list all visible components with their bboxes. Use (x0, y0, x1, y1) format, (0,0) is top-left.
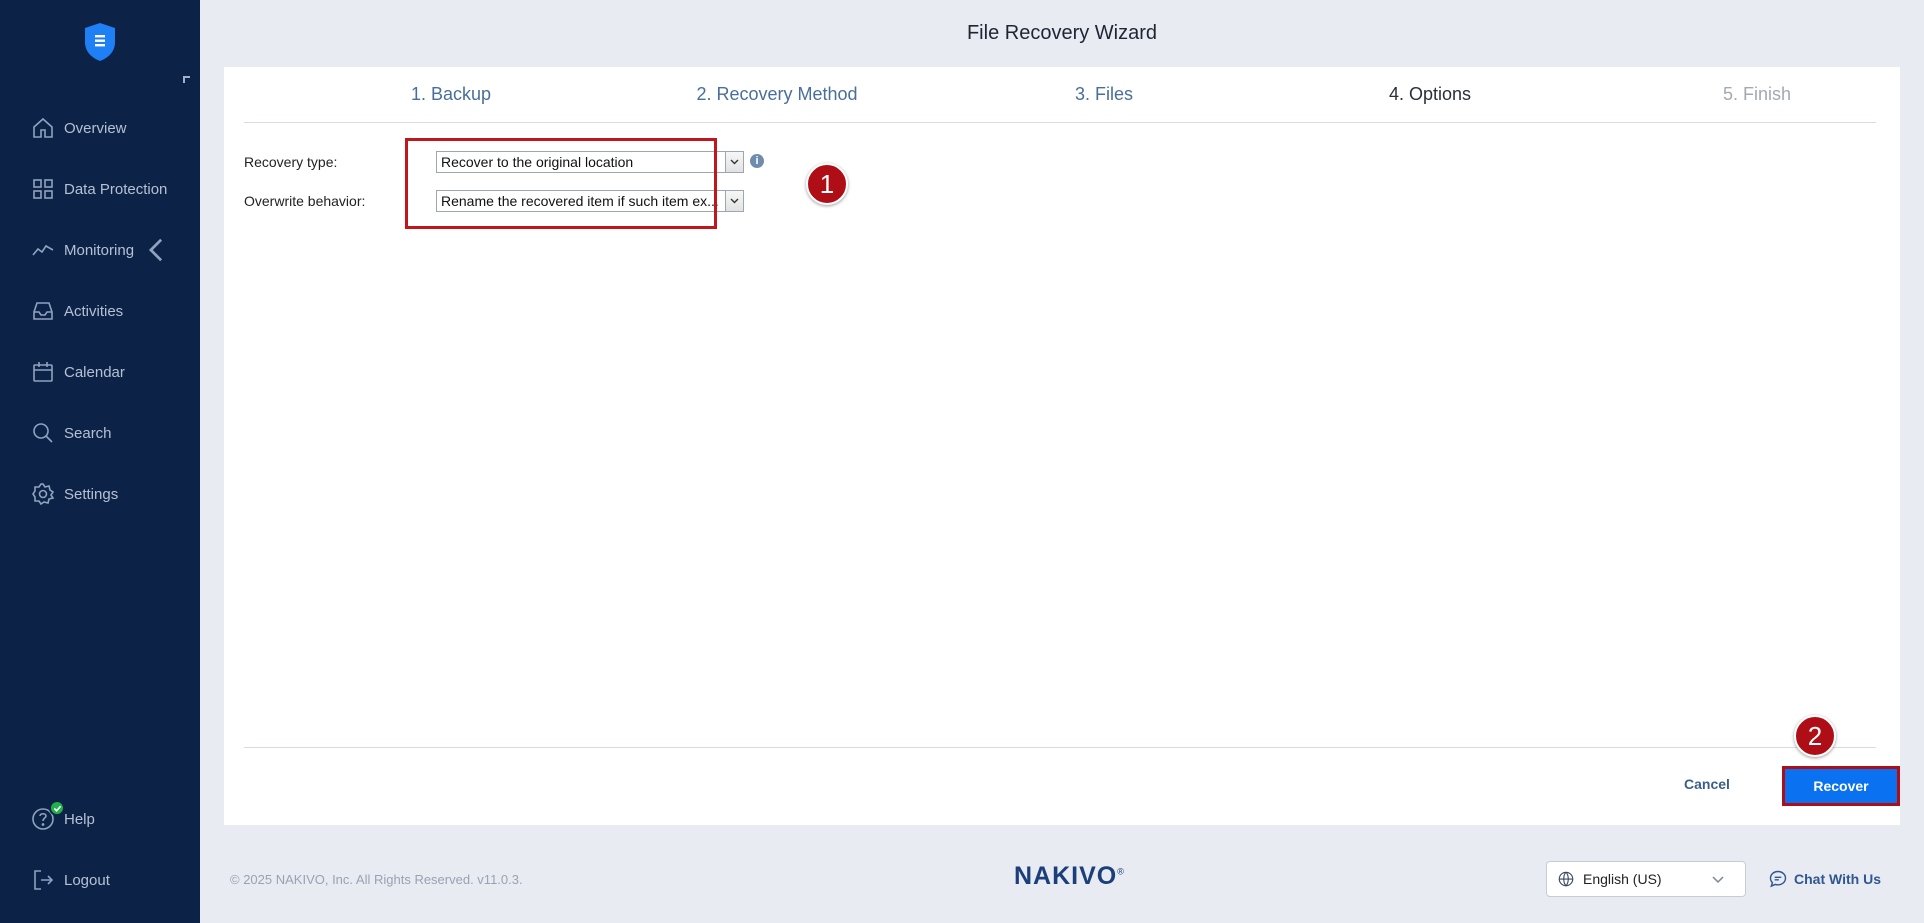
sidebar-item-label: Monitoring (64, 241, 135, 259)
brand-logo: NAKIVO® (1014, 862, 1125, 891)
step-options[interactable]: 4. Options (1330, 84, 1530, 105)
step-files[interactable]: 3. Files (1004, 84, 1204, 105)
globe-icon (1558, 871, 1574, 887)
sidebar-item-overview[interactable]: Overview (30, 113, 127, 143)
language-select[interactable]: English (US) (1546, 861, 1746, 897)
search-icon (30, 420, 56, 446)
main-area: File Recovery Wizard 1. Backup 2. Recove… (200, 0, 1924, 923)
sidebar-item-calendar[interactable]: Calendar (30, 357, 125, 387)
language-value: English (US) (1583, 871, 1662, 887)
chevron-left-icon (148, 238, 163, 262)
annotation-badge-2: 2 (1794, 715, 1836, 757)
sidebar-item-activities[interactable]: Activities (30, 296, 123, 326)
grid-icon (30, 176, 56, 202)
divider (244, 747, 1876, 748)
activity-icon (30, 237, 56, 263)
sidebar-item-label: Data Protection (64, 180, 168, 198)
chevron-down-icon[interactable] (725, 152, 743, 172)
cancel-button[interactable]: Cancel (1684, 776, 1730, 792)
sidebar-item-label: Help (64, 810, 95, 828)
shield-logo-icon[interactable] (83, 22, 117, 62)
sidebar-collapse-icon[interactable] (183, 76, 190, 83)
sidebar-item-monitoring[interactable]: Monitoring (30, 235, 168, 265)
wizard-steps: 1. Backup 2. Recovery Method 3. Files 4.… (244, 67, 1876, 123)
sidebar-item-label: Search (64, 424, 112, 442)
sidebar-item-label: Calendar (64, 363, 125, 381)
sidebar: Overview Data Protection Monitoring Acti… (0, 0, 200, 923)
copyright-text: © 2025 NAKIVO, Inc. All Rights Reserved.… (230, 872, 523, 887)
home-icon (30, 115, 56, 141)
chevron-down-icon (1712, 876, 1724, 884)
sidebar-item-settings[interactable]: Settings (30, 479, 118, 509)
logout-icon (30, 867, 56, 893)
sidebar-item-label: Overview (64, 119, 127, 137)
step-recovery-method[interactable]: 2. Recovery Method (677, 84, 877, 105)
chat-with-us-link[interactable]: Chat With Us (1768, 869, 1881, 889)
sidebar-item-label: Logout (64, 871, 110, 889)
sidebar-item-label: Activities (64, 302, 124, 320)
recover-button-label: Recover (1813, 778, 1869, 794)
chat-icon (1769, 870, 1787, 888)
page-title: File Recovery Wizard (966, 22, 1158, 44)
brand-trademark: ® (1117, 866, 1125, 877)
step-backup[interactable]: 1. Backup (351, 84, 551, 105)
step-finish: 5. Finish (1722, 84, 1792, 104)
check-badge-icon (49, 800, 65, 816)
calendar-icon (30, 359, 56, 385)
gear-icon (30, 481, 56, 507)
recovery-type-label: Recovery type: (244, 154, 338, 170)
sidebar-item-data-protection[interactable]: Data Protection (30, 174, 167, 204)
sidebar-item-search[interactable]: Search (30, 418, 112, 448)
inbox-icon (30, 298, 56, 324)
brand-name: NAKIVO (1014, 862, 1118, 890)
annotation-badge-1: 1 (806, 163, 848, 205)
recover-button[interactable]: Recover (1782, 766, 1900, 806)
annotation-highlight-options (405, 138, 717, 229)
info-icon[interactable]: i (750, 154, 764, 168)
wizard-panel: 1. Backup 2. Recovery Method 3. Files 4.… (224, 67, 1900, 825)
chevron-down-icon[interactable] (725, 191, 743, 211)
chat-label: Chat With Us (1794, 871, 1881, 887)
sidebar-item-logout[interactable]: Logout (30, 865, 110, 895)
overwrite-behavior-label: Overwrite behavior: (244, 193, 366, 209)
sidebar-item-label: Settings (64, 485, 119, 503)
